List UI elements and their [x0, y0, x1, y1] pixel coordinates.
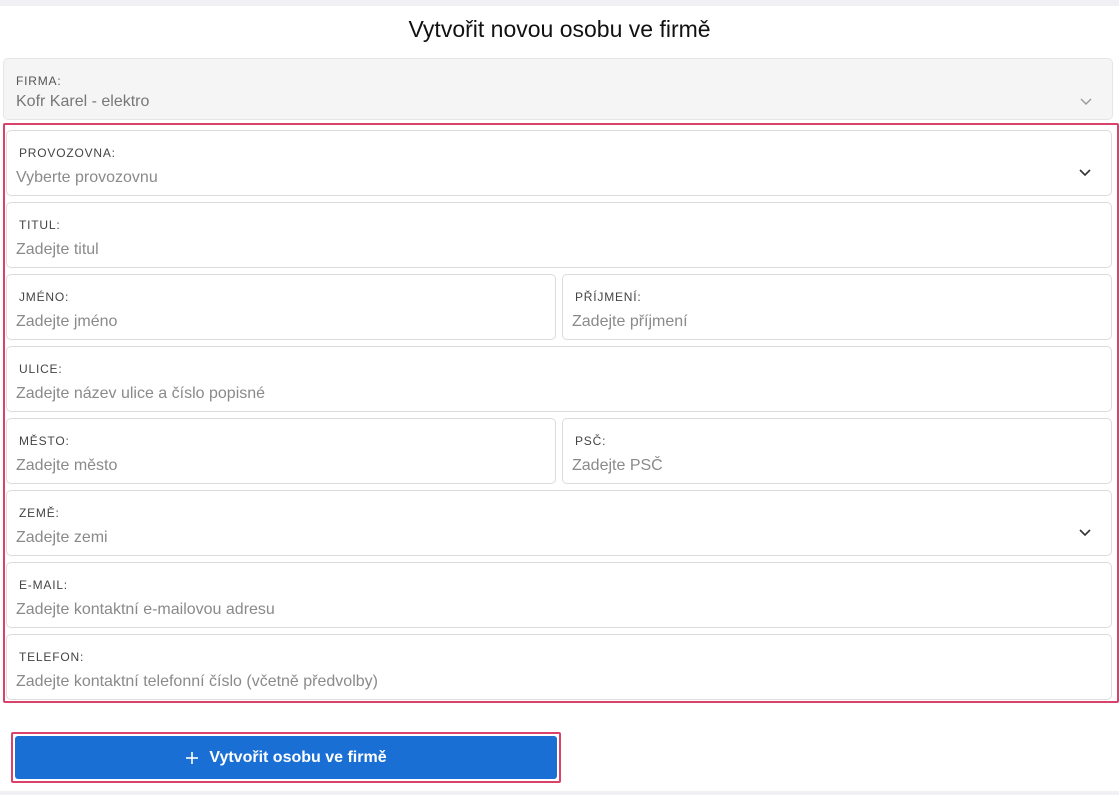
jmeno-field[interactable]: JMÉNO: Zadejte jméno [6, 274, 556, 340]
create-person-button-label: Vytvořit osobu ve firmě [209, 748, 387, 766]
mesto-label: MĚSTO: [19, 434, 70, 448]
provozovna-select[interactable]: PROVOZOVNA: Vyberte provozovnu [6, 130, 1112, 196]
firma-select: FIRMA: Kofr Karel - elektro [3, 58, 1113, 120]
titul-label: TITUL: [19, 218, 61, 232]
create-person-button[interactable]: Vytvořit osobu ve firmě [15, 736, 557, 779]
prijmeni-placeholder: Zadejte příjmení [572, 313, 688, 330]
telefon-field[interactable]: TELEFON: Zadejte kontaktní telefonní čís… [6, 634, 1112, 700]
mesto-field[interactable]: MĚSTO: Zadejte město [6, 418, 556, 484]
zeme-label: ZEMĚ: [19, 506, 60, 520]
zeme-placeholder: Zadejte zemi [16, 529, 108, 546]
prijmeni-field[interactable]: PŘÍJMENÍ: Zadejte příjmení [562, 274, 1112, 340]
chevron-down-icon[interactable] [1079, 526, 1091, 538]
email-field[interactable]: E-MAIL: Zadejte kontaktní e-mailovou adr… [6, 562, 1112, 628]
bottom-strip [0, 791, 1119, 795]
telefon-label: TELEFON: [19, 650, 85, 664]
firma-value: Kofr Karel - elektro [16, 93, 150, 110]
provozovna-placeholder: Vyberte provozovnu [16, 169, 158, 186]
chevron-down-icon [1080, 98, 1092, 105]
top-strip [0, 0, 1119, 6]
prijmeni-label: PŘÍJMENÍ: [575, 290, 642, 304]
psc-field[interactable]: PSČ: Zadejte PSČ [562, 418, 1112, 484]
telefon-placeholder: Zadejte kontaktní telefonní číslo (včetn… [16, 673, 378, 690]
jmeno-label: JMÉNO: [19, 290, 70, 304]
titul-placeholder: Zadejte titul [16, 241, 99, 258]
psc-label: PSČ: [575, 434, 607, 448]
chevron-down-icon[interactable] [1079, 166, 1091, 178]
zeme-select[interactable]: ZEMĚ: Zadejte zemi [6, 490, 1112, 556]
firma-label: FIRMA: [16, 74, 62, 88]
ulice-placeholder: Zadejte název ulice a číslo popisné [16, 385, 266, 402]
email-label: E-MAIL: [19, 578, 68, 592]
page-title: Vytvořit novou osobu ve firmě [408, 16, 711, 42]
submit-highlight: Vytvořit osobu ve firmě [11, 732, 561, 783]
mesto-placeholder: Zadejte město [16, 457, 118, 474]
jmeno-placeholder: Zadejte jméno [16, 313, 118, 330]
ulice-field[interactable]: ULICE: Zadejte název ulice a číslo popis… [6, 346, 1112, 412]
titul-field[interactable]: TITUL: Zadejte titul [6, 202, 1112, 268]
email-placeholder: Zadejte kontaktní e-mailovou adresu [16, 601, 275, 618]
ulice-label: ULICE: [19, 362, 63, 376]
provozovna-label: PROVOZOVNA: [19, 146, 116, 160]
plus-icon [186, 751, 199, 764]
psc-placeholder: Zadejte PSČ [572, 457, 663, 474]
